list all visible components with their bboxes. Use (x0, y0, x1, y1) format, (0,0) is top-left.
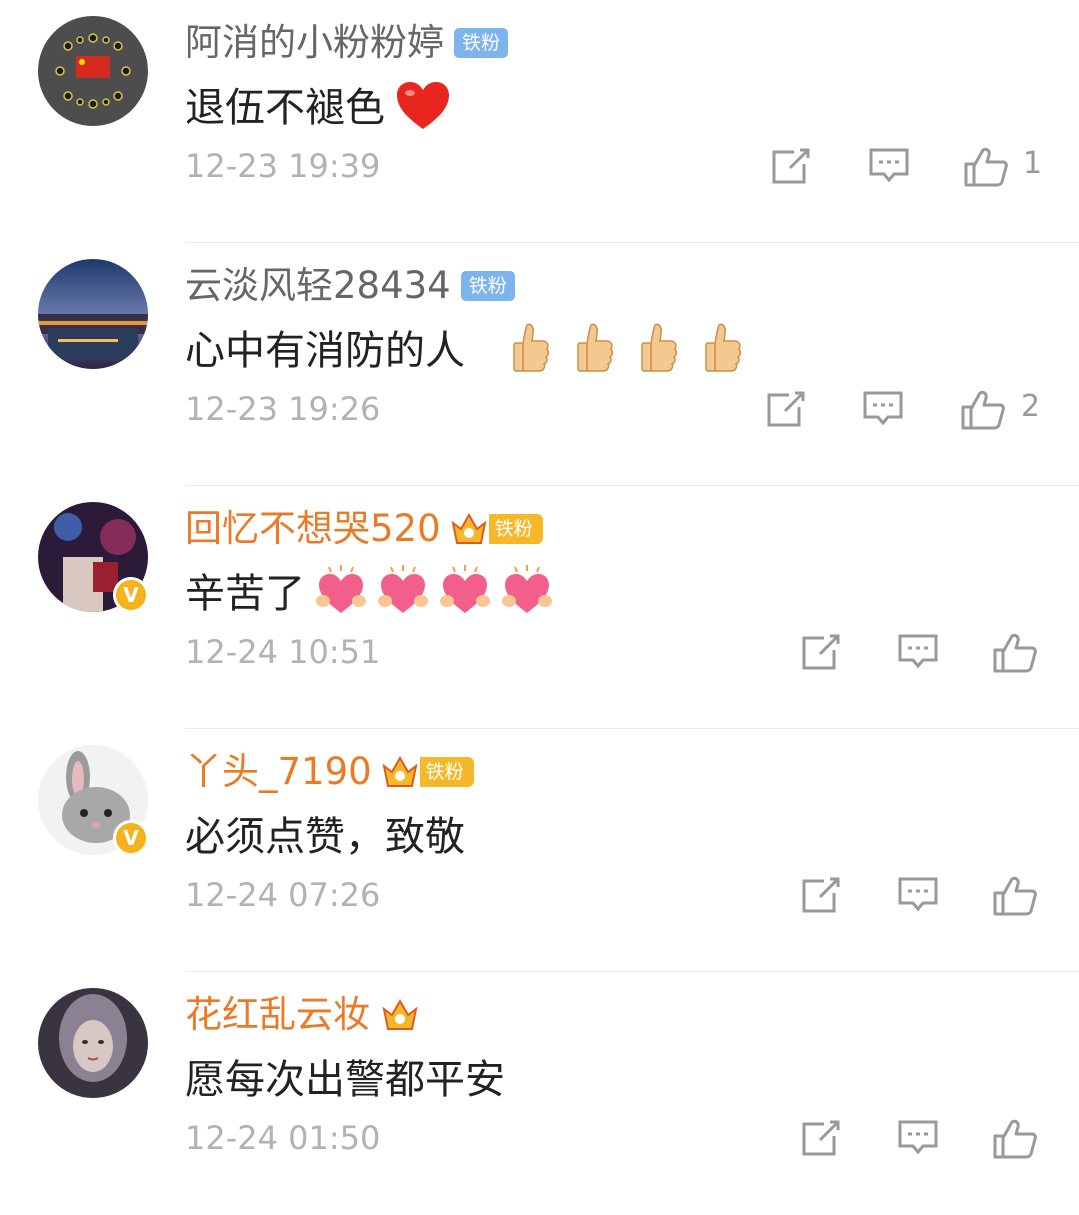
timestamp: 12-24 01:50 (185, 1119, 381, 1157)
avatar[interactable]: V (38, 745, 149, 856)
comment-text-row: 必须点赞，致敬 (185, 809, 465, 865)
username[interactable]: 丫头_7190 (185, 747, 372, 797)
share-icon[interactable] (800, 1118, 842, 1162)
like-icon[interactable] (960, 389, 1006, 435)
like-count: 2 (1021, 389, 1041, 424)
meta-row: 12-23 19:39 1 (185, 144, 1045, 188)
timestamp: 12-23 19:26 (185, 390, 381, 428)
thumbs-up-emoji (511, 323, 551, 379)
like-icon[interactable] (963, 146, 1009, 192)
comment-icon[interactable] (897, 1118, 939, 1162)
comment-text: 退伍不褪色 (185, 85, 385, 131)
comment-text: 辛苦了 (185, 571, 305, 617)
comment-item: V 回忆不想哭520 铁粉 辛苦了 12-24 10:51 (0, 486, 1079, 729)
name-row: 花红乱云妆 (185, 990, 420, 1040)
username[interactable]: 云淡风轻28434 (185, 261, 451, 311)
avatar[interactable] (38, 16, 148, 126)
fan-badge: 铁粉 (454, 28, 509, 58)
comment-text: 必须点赞，致敬 (185, 814, 465, 860)
comment-text-row: 辛苦了 (185, 565, 553, 623)
name-row: 回忆不想哭520 铁粉 (185, 504, 543, 554)
timestamp: 12-24 07:26 (185, 876, 381, 914)
timestamp: 12-23 19:39 (185, 147, 381, 185)
hug-heart-emoji (315, 565, 367, 623)
crown-icon (382, 998, 418, 1030)
vip-badge: 铁粉 (449, 509, 543, 549)
hug-heart-emoji (501, 565, 553, 623)
flag-avatar-image (38, 16, 148, 126)
like-icon[interactable] (992, 875, 1038, 921)
fan-badge: 铁粉 (419, 757, 474, 787)
thumbs-up-emoji (575, 323, 615, 379)
name-row: 阿消的小粉粉婷 铁粉 (185, 18, 509, 68)
verified-badge: V (113, 820, 149, 856)
comment-text-row: 退伍不褪色 (185, 80, 451, 136)
heart-emoji (395, 81, 451, 135)
like-icon[interactable] (992, 632, 1038, 678)
comment-icon[interactable] (897, 632, 939, 676)
share-icon[interactable] (770, 146, 812, 190)
username[interactable]: 阿消的小粉粉婷 (185, 18, 444, 68)
vip-badge: 铁粉 (380, 752, 474, 792)
fan-badge: 铁粉 (460, 271, 515, 301)
fan-badge: 铁粉 (488, 514, 543, 544)
thumbs-up-emoji (703, 323, 743, 379)
comment-text-row: 愿每次出警都平安 (185, 1052, 505, 1108)
city-avatar-image (38, 259, 148, 369)
hug-heart-emoji (377, 565, 429, 623)
portrait-avatar-image (38, 988, 148, 1098)
meta-row: 12-24 10:51 (185, 630, 1045, 674)
verified-badge: V (113, 577, 149, 613)
username[interactable]: 花红乱云妆 (185, 990, 370, 1040)
username[interactable]: 回忆不想哭520 (185, 504, 441, 554)
comment-item: V 丫头_7190 铁粉 必须点赞，致敬 12-24 07:26 (0, 729, 1079, 972)
comment-icon[interactable] (897, 875, 939, 919)
comment-text: 愿每次出警都平安 (185, 1057, 505, 1103)
meta-row: 12-24 07:26 (185, 873, 1045, 917)
comment-item: 阿消的小粉粉婷 铁粉 退伍不褪色 12-23 19:39 1 (0, 0, 1079, 243)
share-icon[interactable] (800, 632, 842, 676)
comment-item: 花红乱云妆 愿每次出警都平安 12-24 01:50 (0, 972, 1079, 1215)
avatar[interactable]: V (38, 502, 149, 613)
name-row: 丫头_7190 铁粉 (185, 747, 474, 797)
comment-icon[interactable] (862, 389, 904, 433)
crown-icon (451, 512, 487, 544)
comment-icon[interactable] (868, 146, 910, 190)
meta-row: 12-23 19:26 2 (185, 387, 1045, 431)
comment-text: 心中有消防的人 (185, 328, 465, 374)
avatar[interactable] (38, 259, 148, 369)
timestamp: 12-24 10:51 (185, 633, 381, 671)
thumbs-up-emoji (639, 323, 679, 379)
avatar[interactable] (38, 988, 148, 1098)
share-icon[interactable] (800, 875, 842, 919)
like-icon[interactable] (992, 1118, 1038, 1164)
crown-icon (382, 755, 418, 787)
comment-item: 云淡风轻28434 铁粉 心中有消防的人 12-23 19:26 2 (0, 243, 1079, 486)
comment-text-row: 心中有消防的人 (185, 323, 743, 379)
like-count: 1 (1023, 146, 1043, 181)
meta-row: 12-24 01:50 (185, 1116, 1045, 1160)
hug-heart-emoji (439, 565, 491, 623)
name-row: 云淡风轻28434 铁粉 (185, 261, 515, 311)
share-icon[interactable] (765, 389, 807, 433)
